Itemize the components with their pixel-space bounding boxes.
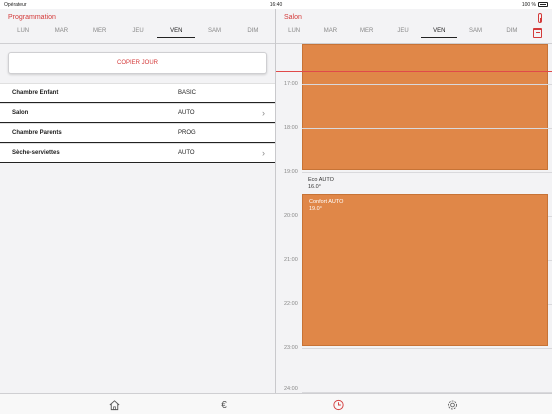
day-ven[interactable]: VEN: [421, 28, 458, 38]
status-bar: Opérateur 16:40 100 %: [0, 0, 552, 9]
day-lun[interactable]: LUN: [276, 28, 312, 38]
room-name: Salon: [12, 110, 29, 116]
room-name: Chambre Enfant: [12, 90, 59, 96]
battery-icon: [538, 2, 548, 7]
status-time: 16:40: [269, 1, 283, 8]
tab-bar: €: [0, 393, 552, 414]
hour-label: 21:00: [284, 257, 298, 263]
chevron-right-icon: ›: [262, 148, 265, 158]
room-list: Chambre Enfant BASIC Salon AUTO › Chambr…: [0, 83, 275, 163]
day-lun[interactable]: LUN: [4, 28, 42, 38]
room-row-seche-serviettes[interactable]: Sèche-serviettes AUTO ›: [0, 143, 275, 163]
day-mer[interactable]: MER: [349, 28, 385, 38]
day-jeu[interactable]: JEU: [119, 28, 157, 38]
hour-label: 24:00: [284, 386, 298, 392]
room-mode: PROG: [178, 130, 196, 136]
tab-energy[interactable]: €: [217, 399, 231, 411]
day-dim[interactable]: DIM: [494, 28, 530, 38]
hour-line: [302, 172, 552, 173]
hour-line: [302, 84, 552, 85]
euro-icon: €: [221, 399, 227, 411]
day-ven[interactable]: VEN: [157, 28, 196, 38]
tab-settings[interactable]: [445, 399, 459, 411]
room-row-chambre-enfant[interactable]: Chambre Enfant BASIC: [0, 83, 275, 103]
thermometer-icon[interactable]: [538, 13, 542, 23]
room-schedule-panel: Salon LUN MAR MER JEU VEN SAM DIM 17:00 …: [276, 9, 552, 393]
day-selector: LUN MAR MER JEU VEN SAM DIM: [4, 28, 272, 38]
room-title: Salon: [284, 14, 302, 21]
current-time-line: [276, 71, 552, 72]
programming-panel: Programmation LUN MAR MER JEU VEN SAM DI…: [0, 9, 275, 393]
hour-label: 23:00: [284, 345, 298, 351]
day-sam[interactable]: SAM: [195, 28, 233, 38]
eco-mode-label: Eco AUTO: [308, 177, 334, 183]
tab-programming[interactable]: [331, 399, 345, 411]
home-icon: [109, 400, 119, 411]
chevron-right-icon: ›: [262, 108, 265, 118]
tab-home[interactable]: [107, 399, 121, 411]
eco-temp: 16.0°: [308, 184, 321, 190]
day-mar[interactable]: MAR: [42, 28, 80, 38]
hour-label: 19:00: [284, 169, 298, 175]
gear-icon: [447, 400, 457, 410]
hour-label: 22:00: [284, 301, 298, 307]
confort-temp: 19.0°: [309, 206, 322, 212]
header-divider: [0, 43, 275, 44]
hour-label: 18:00: [284, 125, 298, 131]
room-row-chambre-parents[interactable]: Chambre Parents PROG: [0, 123, 275, 143]
day-sam[interactable]: SAM: [457, 28, 493, 38]
schedule-timeline[interactable]: 17:00 18:00 19:00 Eco AUTO 16.0° 20:00 2…: [276, 44, 552, 393]
day-dim[interactable]: DIM: [234, 28, 272, 38]
hour-line: [302, 348, 552, 349]
schedule-block-top[interactable]: [302, 44, 548, 170]
hour-label: 20:00: [284, 213, 298, 219]
hour-line: [302, 128, 552, 129]
room-name: Chambre Parents: [12, 130, 62, 136]
hour-label: 17:00: [284, 81, 298, 87]
battery-percent: 100 %: [521, 1, 536, 8]
room-mode: AUTO: [178, 150, 195, 156]
confort-block[interactable]: Confort AUTO 19.0°: [302, 194, 548, 346]
day-selector: LUN MAR MER JEU VEN SAM DIM: [276, 28, 552, 38]
day-mar[interactable]: MAR: [312, 28, 348, 38]
day-jeu[interactable]: JEU: [385, 28, 421, 38]
page-title: Programmation: [8, 14, 56, 21]
calendar-icon[interactable]: [533, 28, 542, 38]
confort-mode-label: Confort AUTO: [309, 199, 344, 205]
room-row-salon[interactable]: Salon AUTO ›: [0, 103, 275, 123]
battery-indicator: 100 %: [522, 2, 548, 8]
room-mode: BASIC: [178, 90, 197, 96]
copy-day-button[interactable]: COPIER JOUR: [8, 52, 267, 74]
day-mer[interactable]: MER: [81, 28, 119, 38]
room-name: Sèche-serviettes: [12, 150, 60, 156]
clock-icon: [332, 399, 344, 411]
room-mode: AUTO: [178, 110, 195, 116]
